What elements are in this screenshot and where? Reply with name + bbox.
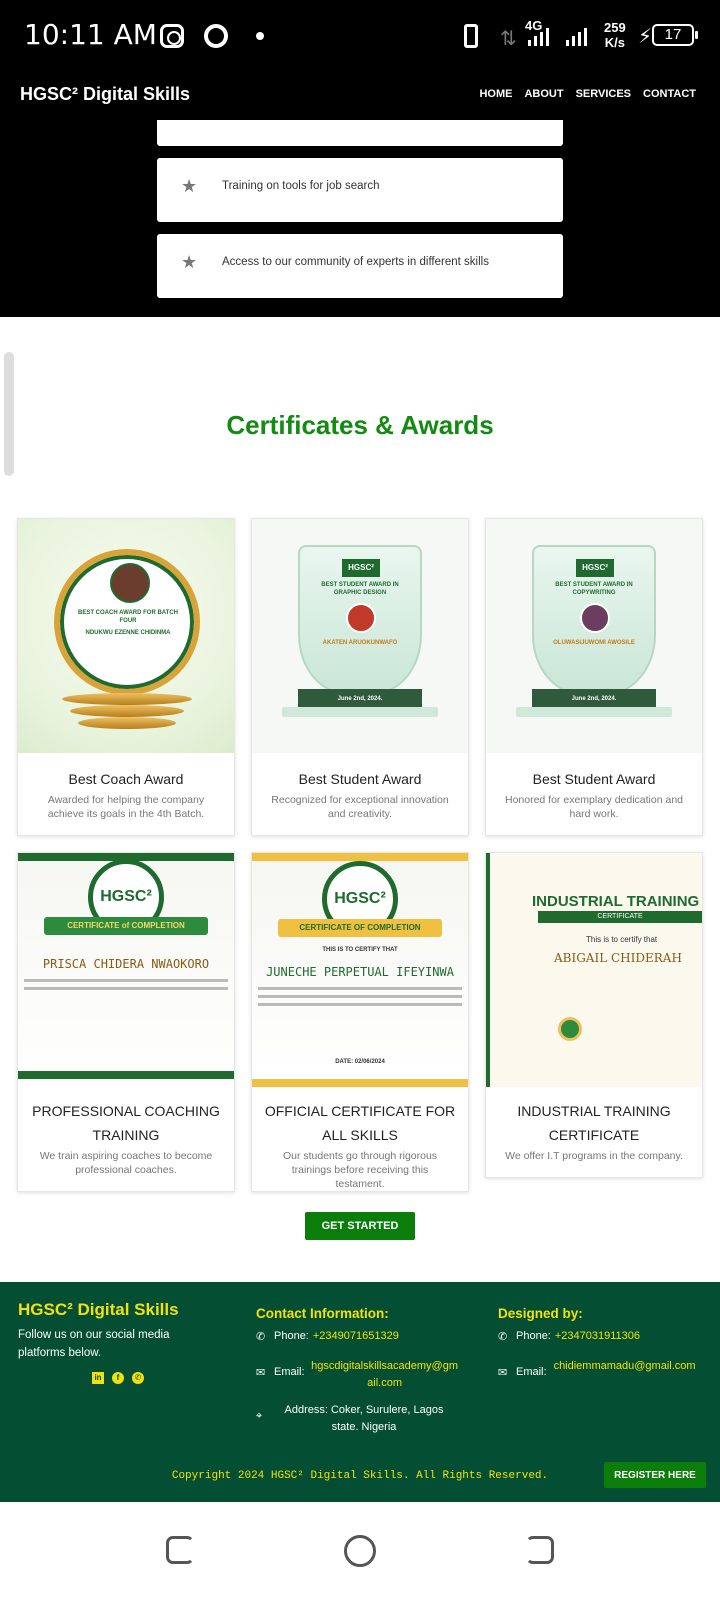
footer: HGSC² Digital Skills Follow us on our so…	[0, 1282, 720, 1502]
site-navbar: HGSC² Digital Skills HOME ABOUT SERVICES…	[0, 74, 720, 120]
status-time: 10:11 AM	[24, 18, 157, 51]
signal-icon	[528, 28, 549, 46]
designer-heading: Designed by:	[498, 1306, 583, 1321]
feature-text: Access to our community of experts in di…	[222, 256, 489, 268]
features-section: ★ Training on tools for job search ★ Acc…	[0, 120, 720, 317]
card-title: Best Student Award	[298, 771, 422, 787]
envelope-icon: ✉	[498, 1367, 508, 1379]
phone-icon: ✆	[256, 1331, 266, 1343]
award-date: June 2nd, 2024.	[532, 689, 656, 709]
charging-icon: ⚡	[638, 26, 653, 48]
award-card[interactable]: HGSC² BEST STUDENT AWARD IN COPYWRITING …	[485, 518, 703, 836]
avatar	[110, 563, 150, 603]
feature-text: Training on tools for job search	[222, 180, 380, 192]
location-pin-icon: ⌖	[256, 1410, 263, 1422]
contact-phone: ✆ Phone: +2349071651329	[256, 1330, 399, 1343]
register-button[interactable]: REGISTER HERE	[604, 1462, 706, 1488]
whatsapp-icon[interactable]: ✆	[132, 1372, 144, 1384]
feature-card: ★ Training on tools for job search	[157, 158, 563, 222]
system-nav-bar	[0, 1502, 720, 1600]
badge-icon	[558, 1017, 582, 1041]
contact-phone-link[interactable]: +2349071651329	[313, 1330, 399, 1342]
phone-icon: ✆	[498, 1331, 508, 1343]
award-medal: BEST COACH AWARD FOR BATCH FOUR NDUKWU E…	[54, 549, 200, 695]
certificate-card[interactable]: INDUSTRIAL TRAINING CERTIFICATE This is …	[485, 852, 703, 1178]
designer-email-link[interactable]: chidiemmamadu@gmail.com	[551, 1358, 699, 1375]
notification-dot-icon	[256, 32, 264, 40]
opera-icon	[204, 24, 228, 48]
coach-award-image: BEST COACH AWARD FOR BATCH FOUR NDUKWU E…	[18, 519, 234, 753]
coaching-certificate-image: HGSC² CERTIFICATE of COMPLETION PRISCA C…	[18, 853, 234, 1087]
star-icon: ★	[181, 252, 198, 272]
card-title: Best Student Award	[532, 771, 656, 787]
nav-link-services[interactable]: SERVICES	[576, 88, 631, 100]
certificate-card[interactable]: HGSC² CERTIFICATE OF COMPLETION THIS IS …	[251, 852, 469, 1192]
award-date: June 2nd, 2024.	[298, 689, 422, 709]
footer-brand: HGSC² Digital Skills	[18, 1300, 179, 1319]
nav-link-home[interactable]: HOME	[479, 88, 512, 100]
certificate-card[interactable]: HGSC² CERTIFICATE of COMPLETION PRISCA C…	[17, 852, 235, 1192]
designer-email: ✉ Email: chidiemmamadu@gmail.com	[498, 1358, 708, 1379]
data-arrows-icon: ⇅	[500, 28, 517, 50]
recent-apps-icon[interactable]	[166, 1536, 194, 1564]
feature-card: ★ Access to our community of experts in …	[157, 234, 563, 298]
industrial-certificate-image: INDUSTRIAL TRAINING CERTIFICATE This is …	[486, 853, 702, 1087]
star-icon: ★	[181, 176, 198, 196]
award-shield: HGSC² BEST STUDENT AWARD IN COPYWRITING …	[532, 545, 656, 695]
student-award-image: HGSC² BEST STUDENT AWARD IN COPYWRITING …	[486, 519, 702, 753]
card-description: Awarded for helping the company achieve …	[47, 794, 205, 820]
award-card[interactable]: HGSC² BEST STUDENT AWARD IN GRAPHIC DESI…	[251, 518, 469, 836]
student-award-image: HGSC² BEST STUDENT AWARD IN GRAPHIC DESI…	[252, 519, 468, 753]
contact-address: ⌖ Address: Coker, Surulere, Lagos state.…	[256, 1404, 444, 1433]
award-card[interactable]: BEST COACH AWARD FOR BATCH FOUR NDUKWU E…	[17, 518, 235, 836]
card-description: We offer I.T programs in the company.	[505, 1150, 683, 1162]
footer-follow-text: Follow us on our social media platforms …	[18, 1329, 170, 1359]
back-icon[interactable]	[526, 1536, 554, 1564]
section-title: Certificates & Awards	[226, 410, 494, 440]
nav-link-about[interactable]: ABOUT	[524, 88, 563, 100]
network-speed: 259 K/s	[604, 20, 626, 50]
envelope-icon: ✉	[256, 1367, 266, 1379]
home-icon[interactable]	[344, 1535, 376, 1567]
award-shield: HGSC² BEST STUDENT AWARD IN GRAPHIC DESI…	[298, 545, 422, 695]
site-brand[interactable]: HGSC² Digital Skills	[20, 84, 190, 105]
social-links: in f ✆	[92, 1372, 144, 1384]
card-description: Recognized for exceptional innovation an…	[271, 794, 449, 820]
signal-icon-2	[566, 28, 587, 46]
contact-heading: Contact Information:	[256, 1306, 389, 1321]
facebook-icon[interactable]: f	[112, 1372, 124, 1384]
nav-links: HOME ABOUT SERVICES CONTACT	[479, 88, 696, 100]
card-description: We train aspiring coaches to become prof…	[39, 1150, 213, 1176]
card-description: Honored for exemplary dedication and har…	[504, 794, 684, 820]
nav-link-contact[interactable]: CONTACT	[643, 88, 696, 100]
avatar	[580, 603, 610, 633]
battery-icon: 17	[652, 24, 698, 46]
instagram-icon	[160, 24, 184, 48]
card-title: PROFESSIONAL COACHING TRAINING	[32, 1103, 220, 1143]
card-title: INDUSTRIAL TRAINING CERTIFICATE	[517, 1103, 671, 1143]
card-title: Best Coach Award	[68, 771, 184, 787]
card-title: OFFICIAL CERTIFICATE FOR ALL SKILLS	[264, 1103, 456, 1143]
designer-phone-link[interactable]: +2347031911306	[555, 1330, 640, 1342]
linkedin-icon[interactable]: in	[92, 1372, 104, 1384]
designer-phone: ✆ Phone: +2347031911306	[498, 1330, 641, 1343]
status-bar: 10:11 AM ⇅ 4G 259 K/s ⚡ 17	[0, 0, 720, 74]
official-certificate-image: HGSC² CERTIFICATE OF COMPLETION THIS IS …	[252, 853, 468, 1087]
feature-card-partial	[157, 120, 563, 146]
vibrate-icon	[464, 24, 478, 48]
get-started-button[interactable]: GET STARTED	[305, 1212, 415, 1240]
contact-email: ✉ Email: hgscdigitalskillsacademy@gmail.…	[256, 1358, 466, 1392]
card-description: Our students go through rigorous trainin…	[282, 1150, 438, 1190]
contact-email-link[interactable]: hgscdigitalskillsacademy@gmail.com	[309, 1358, 461, 1392]
avatar	[346, 603, 376, 633]
